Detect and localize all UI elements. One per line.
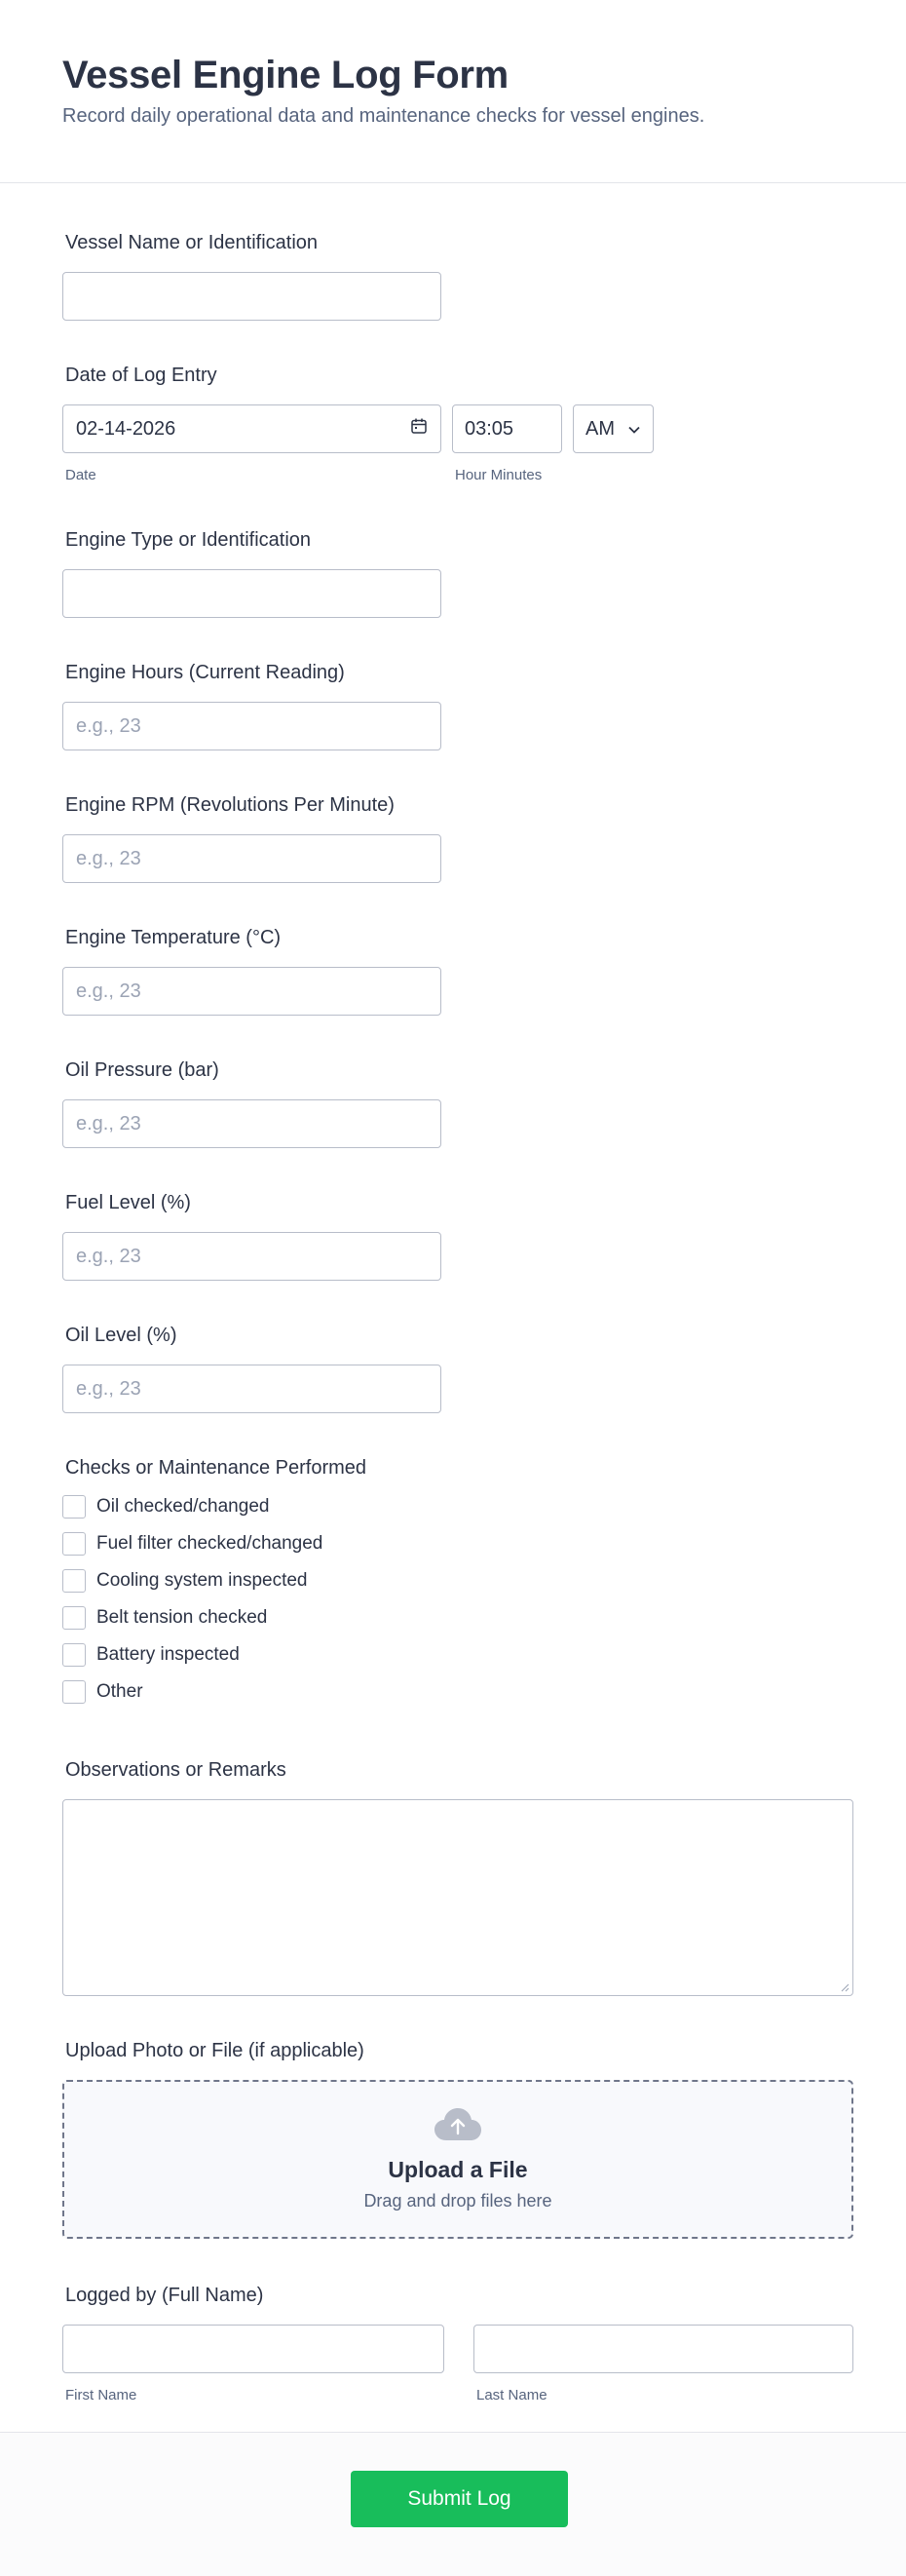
resize-grip-icon[interactable]: [840, 1982, 849, 1992]
engine-rpm-label: Engine RPM (Revolutions Per Minute): [65, 794, 395, 816]
check-option-label: Fuel filter checked/changed: [96, 1533, 323, 1554]
time-sublabel: Hour Minutes: [455, 467, 543, 483]
vessel-name-field: Vessel Name or Identification: [62, 230, 441, 321]
date-sublabel: Date: [65, 467, 96, 483]
observations-label: Observations or Remarks: [65, 1759, 286, 1781]
check-option-label: Belt tension checked: [96, 1607, 268, 1628]
form-title: Vessel Engine Log Form: [62, 54, 509, 96]
upload-field: Upload Photo or File (if applicable) Upl…: [62, 2038, 853, 2239]
fuel-level-input[interactable]: [62, 1232, 441, 1281]
checkbox[interactable]: [62, 1532, 86, 1556]
first-name-input[interactable]: [62, 2325, 444, 2373]
oil-pressure-input[interactable]: [62, 1099, 441, 1148]
checks-list: Oil checked/changed Fuel filter checked/…: [62, 1488, 366, 1711]
check-option[interactable]: Battery inspected: [62, 1636, 366, 1673]
cloud-upload-icon: [434, 2107, 482, 2147]
observations-textarea[interactable]: [62, 1799, 853, 1996]
engine-type-label: Engine Type or Identification: [65, 529, 312, 551]
engine-temp-field: Engine Temperature (°C): [62, 925, 441, 1016]
checks-field: Checks or Maintenance Performed Oil chec…: [62, 1455, 366, 1711]
upload-dropzone[interactable]: Upload a File Drag and drop files here: [62, 2080, 853, 2239]
oil-level-field: Oil Level (%): [62, 1323, 441, 1413]
logged-by-label: Logged by (Full Name): [65, 2285, 264, 2306]
date-input[interactable]: 02-14-2026: [62, 404, 441, 453]
calendar-icon[interactable]: [410, 417, 428, 441]
log-date-label: Date of Log Entry: [65, 365, 217, 386]
check-option-label: Battery inspected: [96, 1644, 240, 1665]
checkbox[interactable]: [62, 1680, 86, 1704]
engine-hours-label: Engine Hours (Current Reading): [65, 662, 345, 683]
vessel-name-input[interactable]: [62, 272, 441, 321]
time-value: 03:05: [465, 417, 514, 440]
check-option[interactable]: Belt tension checked: [62, 1599, 366, 1636]
logged-by-field: Logged by (Full Name) First Name Last Na…: [62, 2283, 853, 2403]
check-option[interactable]: Fuel filter checked/changed: [62, 1525, 366, 1562]
submit-button[interactable]: Submit Log: [351, 2471, 568, 2527]
ampm-value: AM: [585, 417, 615, 440]
upload-label: Upload Photo or File (if applicable): [65, 2040, 364, 2061]
checkbox[interactable]: [62, 1495, 86, 1519]
first-name-sublabel: First Name: [65, 2387, 137, 2403]
engine-hours-field: Engine Hours (Current Reading): [62, 660, 441, 750]
engine-rpm-input[interactable]: [62, 834, 441, 883]
check-option[interactable]: Oil checked/changed: [62, 1488, 366, 1525]
upload-subtitle: Drag and drop files here: [363, 2191, 552, 2211]
chevron-down-icon: [627, 418, 641, 441]
time-input[interactable]: 03:05: [452, 404, 562, 453]
form-footer: Submit Log: [0, 2432, 906, 2576]
check-option-label: Other: [96, 1681, 143, 1702]
check-option[interactable]: Other: [62, 1673, 366, 1711]
checkbox[interactable]: [62, 1643, 86, 1667]
check-option-label: Oil checked/changed: [96, 1496, 270, 1517]
check-option-label: Cooling system inspected: [96, 1570, 308, 1591]
engine-rpm-field: Engine RPM (Revolutions Per Minute): [62, 792, 441, 883]
form-header: Vessel Engine Log Form Record daily oper…: [0, 0, 906, 183]
oil-pressure-field: Oil Pressure (bar): [62, 1057, 441, 1148]
checkbox[interactable]: [62, 1569, 86, 1593]
fuel-level-label: Fuel Level (%): [65, 1192, 191, 1213]
log-date-field: Date of Log Entry 02-14-2026 Date 03:05 …: [62, 363, 654, 483]
engine-hours-input[interactable]: [62, 702, 441, 750]
upload-title: Upload a File: [388, 2157, 528, 2182]
last-name-input[interactable]: [473, 2325, 853, 2373]
form-subtitle: Record daily operational data and mainte…: [62, 105, 705, 127]
oil-level-label: Oil Level (%): [65, 1325, 177, 1346]
observations-field: Observations or Remarks: [62, 1757, 853, 1996]
engine-temp-input[interactable]: [62, 967, 441, 1016]
oil-pressure-label: Oil Pressure (bar): [65, 1059, 219, 1081]
oil-level-input[interactable]: [62, 1365, 441, 1413]
fuel-level-field: Fuel Level (%): [62, 1190, 441, 1281]
date-value: 02-14-2026: [76, 417, 176, 440]
vessel-name-label: Vessel Name or Identification: [65, 232, 319, 253]
engine-type-field: Engine Type or Identification: [62, 527, 441, 618]
engine-temp-label: Engine Temperature (°C): [65, 927, 282, 948]
last-name-sublabel: Last Name: [476, 2387, 547, 2403]
engine-type-input[interactable]: [62, 569, 441, 618]
checks-label: Checks or Maintenance Performed: [65, 1457, 367, 1479]
check-option[interactable]: Cooling system inspected: [62, 1562, 366, 1599]
checkbox[interactable]: [62, 1606, 86, 1630]
ampm-select[interactable]: AM: [573, 404, 654, 453]
